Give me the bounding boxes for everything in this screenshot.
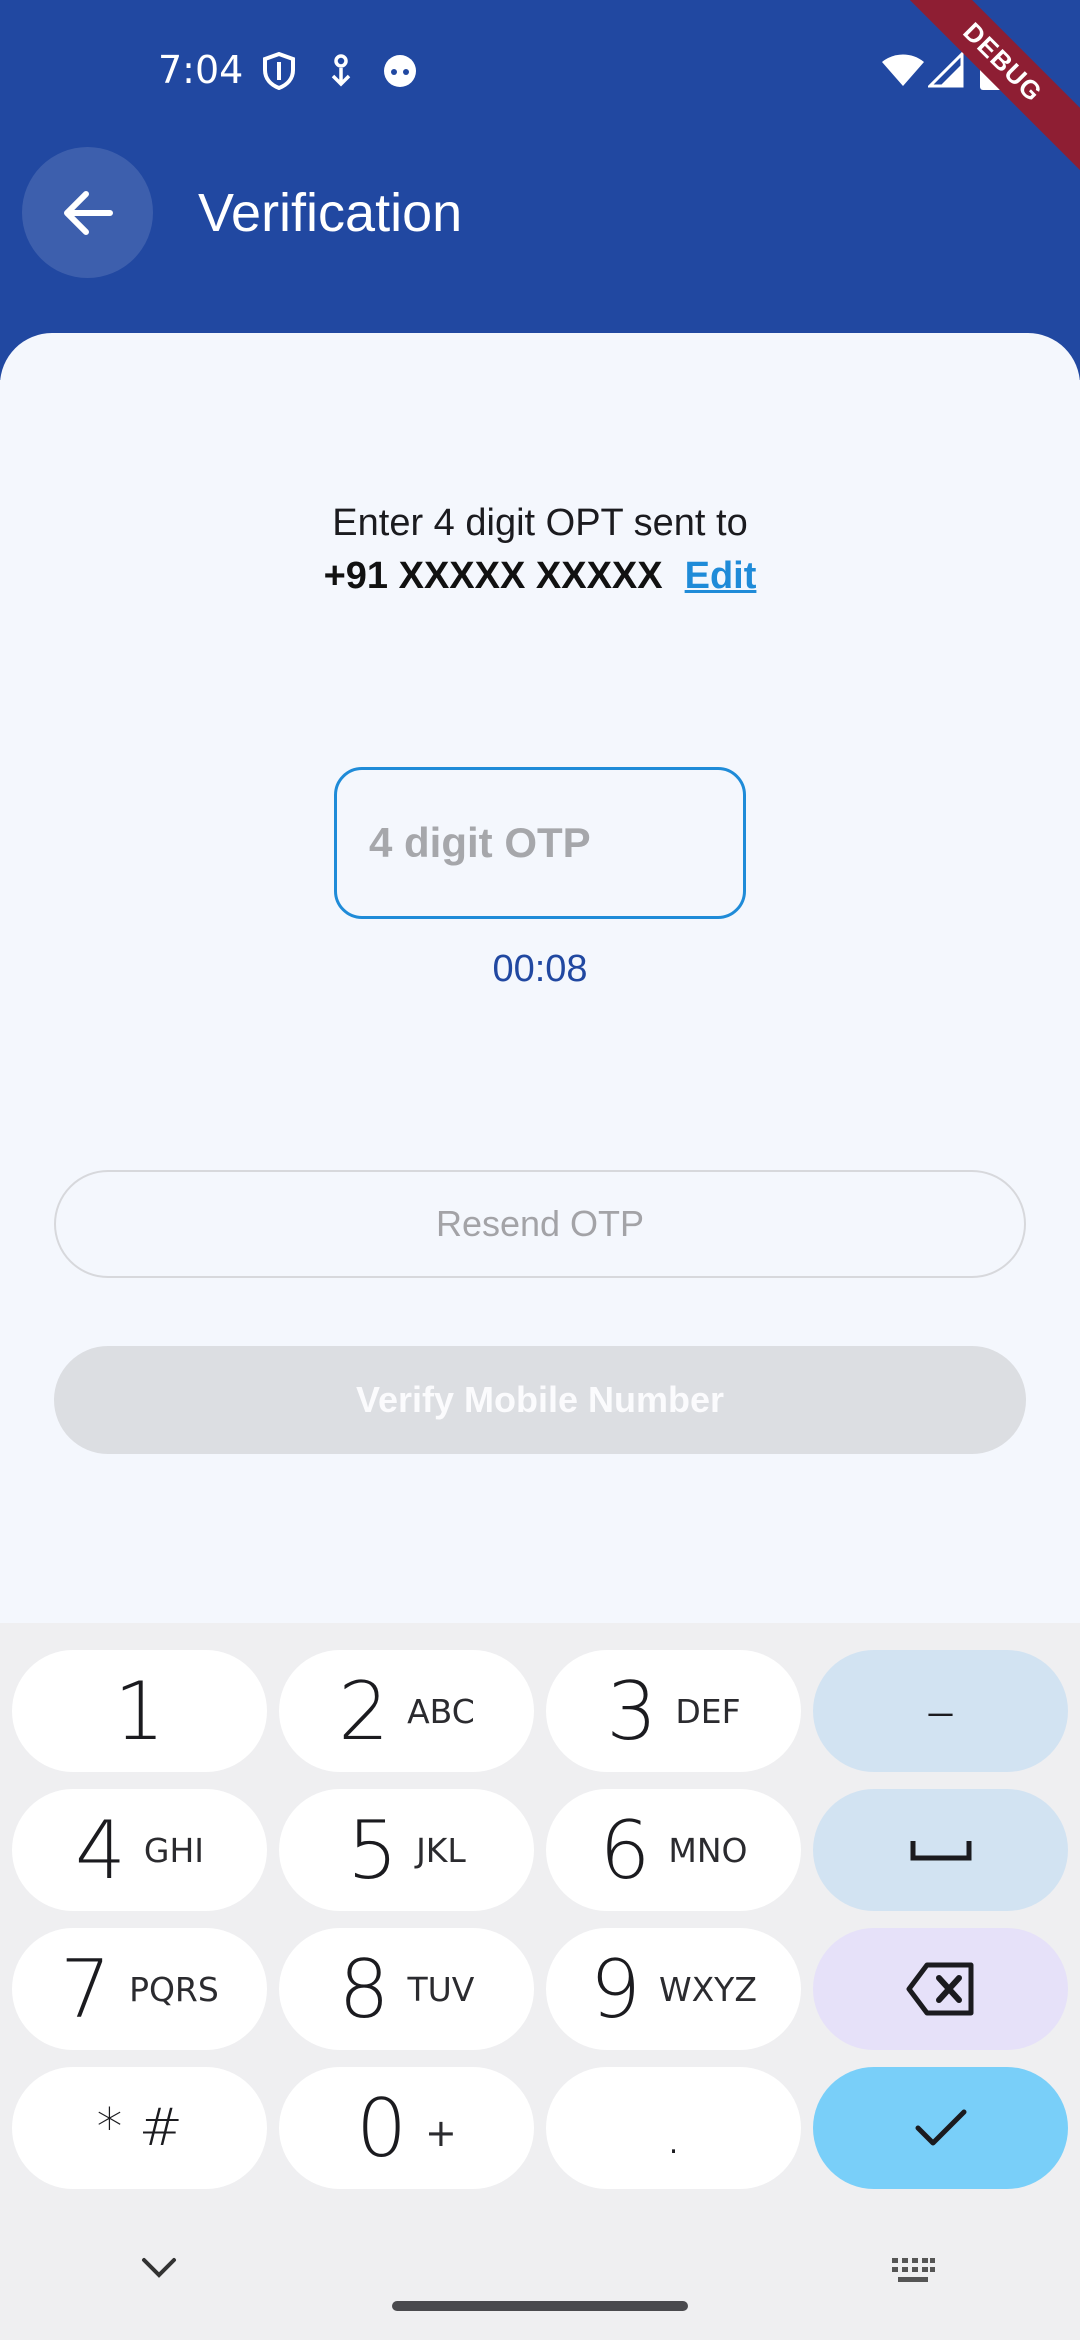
face-icon: [384, 55, 416, 87]
key-5[interactable]: 5 JKL: [279, 1789, 534, 1911]
otp-field[interactable]: [334, 767, 746, 919]
key-period[interactable]: .: [546, 2067, 801, 2189]
arrow-left-icon: [63, 190, 113, 235]
key-4[interactable]: 4 GHI: [12, 1789, 267, 1911]
download-icon: [331, 54, 351, 87]
key-6[interactable]: 6 MNO: [546, 1789, 801, 1911]
page-title: Verification: [198, 183, 463, 243]
key-7[interactable]: 7 PQRS: [12, 1928, 267, 2050]
status-bar: 7:04 DEBUG: [0, 0, 1080, 174]
edit-link[interactable]: Edit: [685, 555, 757, 597]
chevron-down-icon[interactable]: [140, 2256, 178, 2280]
keyboard-icon[interactable]: [890, 2256, 936, 2286]
phone-number: +91 XXXXX XXXXX: [323, 555, 663, 597]
key-space[interactable]: [813, 1789, 1068, 1911]
otp-instruction: Enter 4 digit OPT sent to: [332, 502, 748, 544]
key-3[interactable]: 3 DEF: [546, 1650, 801, 1772]
otp-input[interactable]: [337, 770, 743, 916]
key-backspace[interactable]: [813, 1928, 1068, 2050]
verify-mobile-button[interactable]: Verify Mobile Number: [54, 1346, 1026, 1454]
key-2[interactable]: 2 ABC: [279, 1650, 534, 1772]
key-star-hash[interactable]: * #: [12, 2067, 267, 2189]
app-bar: 7:04 DEBUG Verification: [0, 0, 1080, 380]
backspace-icon: [906, 1962, 973, 2016]
key-8[interactable]: 8 TUV: [279, 1928, 534, 2050]
signal-icon: [928, 52, 964, 88]
phone-line: +91 XXXXX XXXXX Edit: [0, 555, 1080, 598]
countdown-timer: 00:08: [492, 948, 588, 990]
key-done[interactable]: [813, 2067, 1068, 2189]
check-icon: [915, 2109, 966, 2146]
back-button[interactable]: [22, 147, 153, 278]
key-9[interactable]: 9 WXYZ: [546, 1928, 801, 2050]
numeric-keyboard: 1 2 ABC 3 DEF – 4 GHI 5 JKL 6 MNO 7 PQRS 8 TUV …: [0, 1623, 1080, 2340]
space-icon: [910, 1841, 971, 1861]
key-dash[interactable]: –: [813, 1650, 1068, 1772]
key-1[interactable]: 1: [12, 1650, 267, 1772]
key-0[interactable]: 0 +: [279, 2067, 534, 2189]
home-indicator[interactable]: [392, 2301, 688, 2311]
wifi-icon: [882, 54, 924, 86]
status-time: 7:04: [158, 48, 244, 92]
shield-icon: [263, 52, 295, 90]
resend-otp-button[interactable]: Resend OTP: [54, 1170, 1026, 1278]
